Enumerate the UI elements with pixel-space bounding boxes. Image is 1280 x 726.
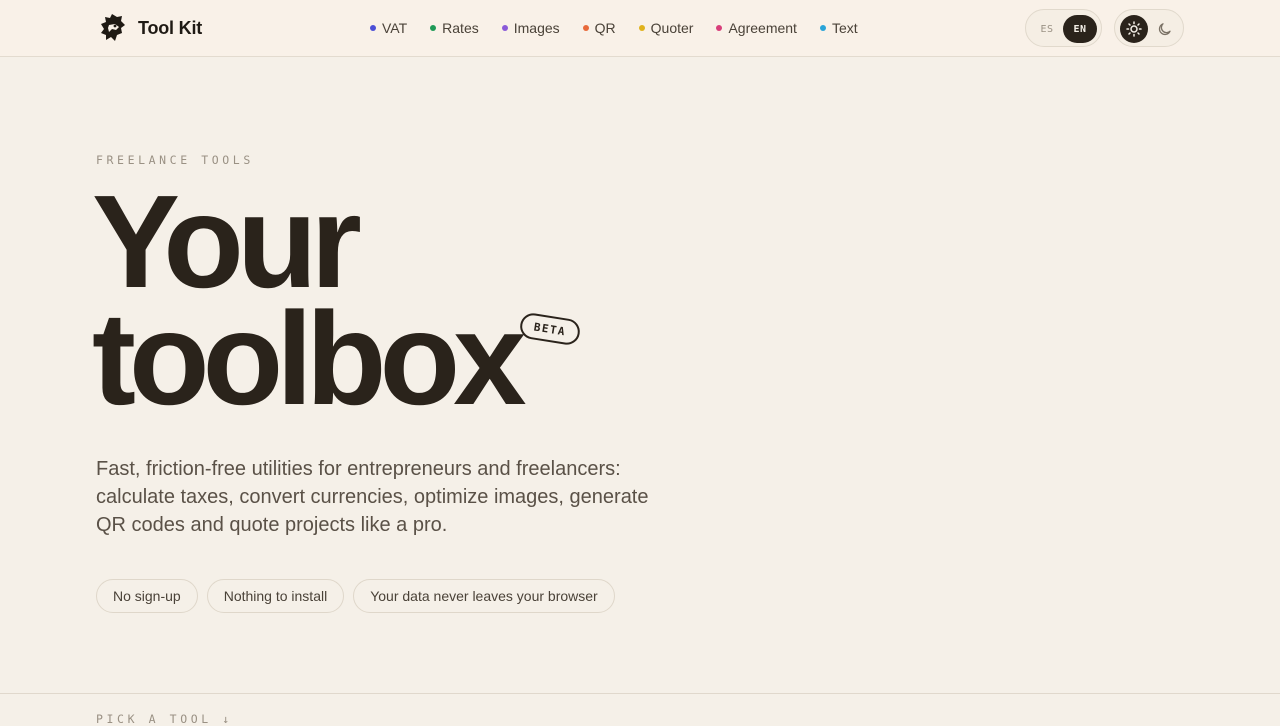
- hero-title-line-2: toolbox: [92, 285, 527, 432]
- nav-dot-agreement: [716, 25, 723, 31]
- beta-badge: BETA: [518, 311, 582, 347]
- theme-toggle: [1114, 9, 1184, 47]
- light-theme-button[interactable]: [1120, 15, 1148, 43]
- hero-description: Fast, friction-free utilities for entrep…: [96, 458, 649, 536]
- nav-label: Text: [831, 20, 858, 36]
- nav-item-text[interactable]: Text: [819, 20, 858, 36]
- nav-item-vat[interactable]: VAT: [370, 20, 407, 36]
- section-divider: [0, 693, 1280, 694]
- nav-dot-text: [819, 25, 826, 31]
- nav-item-agreement[interactable]: Agreement: [716, 20, 797, 36]
- nav-dot-images: [501, 25, 508, 31]
- sun-icon: [1126, 21, 1142, 37]
- nav-label: Images: [513, 20, 560, 36]
- section-label: PICK A TOOL ↓: [96, 712, 233, 726]
- hero-title: Your toolbox: [92, 168, 527, 432]
- language-option-en[interactable]: EN: [1063, 15, 1097, 43]
- nav-dot-quoter: [638, 25, 645, 31]
- nav-label: VAT: [382, 20, 408, 36]
- nav-dot-qr: [582, 25, 589, 31]
- language-option-es[interactable]: ES: [1032, 15, 1062, 43]
- lion-head-icon: [101, 14, 125, 41]
- nav-label: Agreement: [728, 20, 797, 36]
- brand-name: Tool Kit: [138, 17, 203, 38]
- feature-pills: No sign-up Nothing to install Your data …: [96, 579, 615, 613]
- feature-pill-privacy: Your data never leaves your browser: [353, 579, 615, 613]
- nav-label: Quoter: [650, 20, 694, 36]
- feature-pill-no-signup: No sign-up: [96, 579, 198, 613]
- dark-theme-button[interactable]: [1151, 15, 1179, 43]
- nav-item-qr[interactable]: QR: [582, 20, 616, 36]
- moon-icon: [1158, 23, 1171, 36]
- top-navigation-bar: Tool Kit VAT Rates Images QR Quoter Agre…: [0, 0, 1280, 57]
- hero-eyebrow: FREELANCE TOOLS: [96, 153, 254, 167]
- brand-link[interactable]: Tool Kit: [100, 13, 202, 43]
- feature-pill-no-install: Nothing to install: [206, 579, 345, 613]
- nav-dot-vat: [370, 25, 376, 31]
- nav-label: QR: [594, 20, 616, 36]
- nav-item-rates[interactable]: Rates: [430, 20, 479, 36]
- nav-label: Rates: [442, 20, 479, 36]
- tool-nav: VAT Rates Images QR Quoter Agreement Tex…: [370, 18, 858, 38]
- nav-dot-rates: [430, 25, 437, 31]
- nav-item-quoter[interactable]: Quoter: [638, 20, 694, 36]
- hero-title-line-1: Your: [92, 168, 362, 315]
- nav-item-images[interactable]: Images: [501, 20, 560, 36]
- language-toggle: ES EN: [1025, 9, 1102, 47]
